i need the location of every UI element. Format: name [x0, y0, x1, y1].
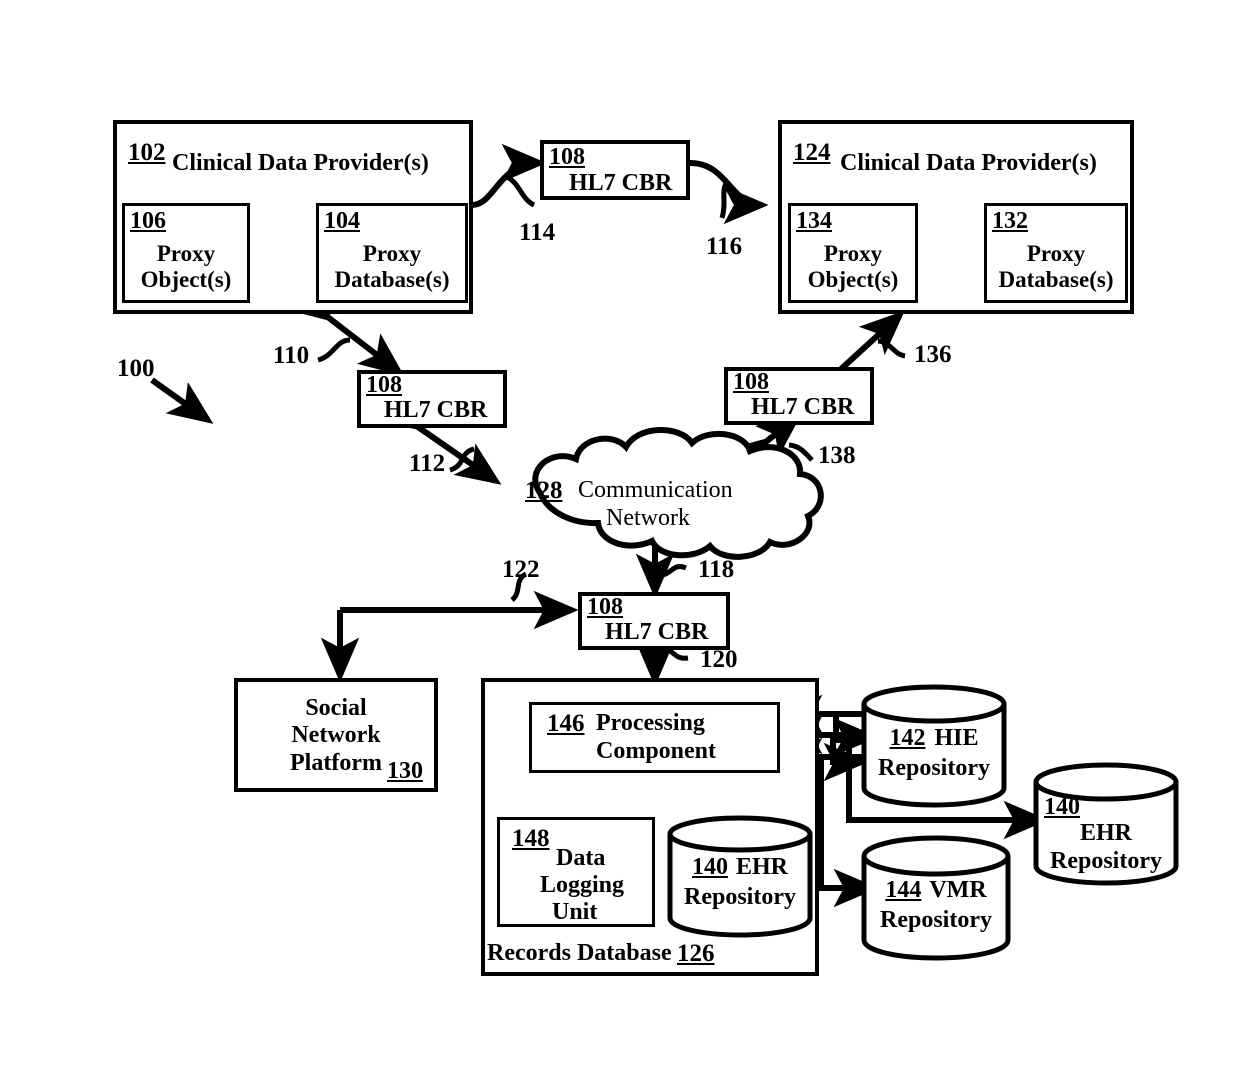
- data-logging-line3: Unit: [552, 899, 598, 925]
- hie-text-line2: Repository: [860, 755, 1008, 783]
- ref-118: 118: [698, 556, 735, 583]
- processing-component-line1: Processing: [596, 710, 705, 736]
- ehr-inner-line2: Repository: [684, 884, 796, 910]
- ref-102: 102: [128, 139, 166, 166]
- ref-136: 136: [914, 341, 952, 368]
- ref-104: 104: [324, 208, 360, 234]
- ref-100: 100: [117, 355, 155, 382]
- vmr-text-line1: 144 VMR: [860, 877, 1012, 905]
- ehr-outer-line1: EHR: [1079, 820, 1132, 846]
- ehr-outer-text-line1: 140: [1032, 794, 1180, 822]
- ref-132: 132: [992, 208, 1028, 234]
- ref-124: 124: [793, 139, 831, 166]
- ehr-inner-line1: EHR: [735, 854, 788, 880]
- leader-114: [503, 173, 536, 208]
- leader-120: [662, 647, 689, 661]
- proxy-database-right-line2: Database(s): [998, 267, 1114, 292]
- ehr-repository-outer: 140 EHR Repository: [1032, 760, 1180, 888]
- proxy-object-left-label: Proxy Object(s): [122, 236, 250, 298]
- ehr-inner-line2-wrap: Repository: [666, 884, 814, 912]
- ref-126: 126: [677, 940, 715, 967]
- ehr-outer-line2: Repository: [1050, 848, 1162, 874]
- ref-108-top: 108: [549, 144, 585, 170]
- connector-116: [651, 143, 769, 225]
- ref-108-bottom: 108: [587, 594, 623, 620]
- proxy-object-right-line2: Object(s): [807, 267, 899, 292]
- leader-136: [877, 338, 906, 359]
- ref-134: 134: [796, 208, 832, 234]
- leader-116: [719, 178, 731, 219]
- records-database-label: Records Database: [487, 940, 672, 966]
- hl7-cbr-bottom-label: HL7 CBR: [605, 619, 709, 645]
- ehr-inner-text: 140 EHR: [666, 854, 814, 882]
- vmr-repository: 144 VMR Repository: [860, 832, 1012, 964]
- ref-146: 146: [547, 710, 585, 737]
- leader-138: [788, 442, 814, 462]
- leader-112: [449, 446, 475, 473]
- hie-repository: 142 HIE Repository: [860, 682, 1008, 810]
- data-logging-line2: Logging: [540, 872, 625, 898]
- leader-110: [317, 337, 351, 363]
- ref-108-left: 108: [366, 372, 402, 398]
- connector-vmr-link: [818, 754, 862, 891]
- vmr-text-line2: Repository: [860, 907, 1012, 935]
- hl7-cbr-top-label: HL7 CBR: [569, 170, 673, 196]
- proxy-object-left-line2: Object(s): [140, 267, 232, 292]
- ref-112: 112: [409, 450, 446, 477]
- ehr-outer-text-line2: EHR: [1032, 820, 1180, 848]
- clinical-data-provider-right-label: Clinical Data Provider(s): [840, 150, 1097, 176]
- ehr-outer-text-line3: Repository: [1032, 848, 1180, 876]
- ref-140-outer: 140: [1044, 794, 1080, 820]
- social-network-line1: Social: [305, 694, 367, 721]
- ref-116: 116: [706, 233, 743, 260]
- ref-114: 114: [519, 219, 556, 246]
- ref-130: 130: [387, 758, 423, 784]
- proxy-database-left-line1: Proxy: [362, 240, 422, 266]
- hl7-cbr-right-label: HL7 CBR: [751, 394, 855, 420]
- clinical-data-provider-left-label: Clinical Data Provider(s): [172, 150, 429, 176]
- communication-network-line1: Communication: [578, 477, 733, 503]
- ehr-repository-inner: 140 EHR Repository: [666, 814, 814, 938]
- connector-hie-link: [833, 711, 862, 740]
- data-logging-line1: Data: [556, 845, 606, 871]
- ref-138: 138: [818, 442, 856, 469]
- proxy-database-right-label: Proxy Database(s): [984, 236, 1128, 298]
- vmr-line2: Repository: [880, 907, 992, 933]
- hl7-cbr-left-label: HL7 CBR: [384, 397, 488, 423]
- ref-122: 122: [502, 556, 540, 583]
- hie-line2: Repository: [878, 755, 990, 781]
- hie-line1: HIE: [934, 725, 979, 751]
- ref-106: 106: [130, 208, 166, 234]
- social-network-line3: Platform: [290, 749, 382, 776]
- ref-110: 110: [273, 342, 310, 369]
- connector-136: [798, 310, 905, 411]
- ref-142: 142: [889, 725, 926, 751]
- connector-114: [433, 143, 547, 225]
- social-network-line2: Network: [291, 722, 381, 749]
- ref-144: 144: [885, 877, 922, 903]
- hie-text-line1: 142 HIE: [860, 725, 1008, 753]
- proxy-database-left-label: Proxy Database(s): [316, 236, 468, 298]
- proxy-database-left-line2: Database(s): [334, 267, 450, 292]
- proxy-database-right-line1: Proxy: [1026, 240, 1086, 266]
- system-ref-arrow: [150, 377, 214, 424]
- leader-118: [662, 564, 687, 578]
- proxy-object-left-line1: Proxy: [156, 240, 216, 266]
- connector-110: [286, 279, 405, 377]
- ref-108-right: 108: [733, 369, 769, 395]
- communication-network-line2: Network: [606, 505, 690, 531]
- ref-120: 120: [700, 646, 738, 673]
- ref-148: 148: [512, 825, 550, 852]
- ref-128: 128: [525, 477, 563, 504]
- proxy-object-right-label: Proxy Object(s): [788, 236, 918, 298]
- ref-140-inner: 140: [691, 854, 728, 880]
- processing-component-line2: Component: [596, 738, 717, 764]
- proxy-object-right-line1: Proxy: [823, 240, 883, 266]
- connector-pc-hie: [823, 720, 901, 782]
- vmr-line1: VMR: [929, 877, 987, 903]
- patent-figure: 102 Clinical Data Provider(s) 106 Proxy …: [0, 0, 1240, 1078]
